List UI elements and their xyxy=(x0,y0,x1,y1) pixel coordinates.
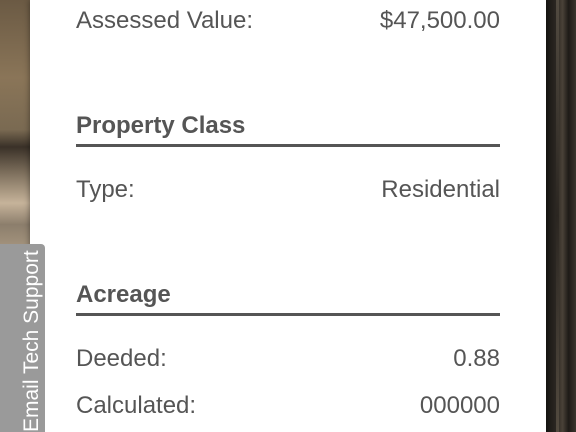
deeded-acreage-value: 0.88 xyxy=(453,345,500,372)
email-tech-support-tab[interactable]: Email Tech Support xyxy=(0,244,45,432)
calculated-acreage-value: 000000 xyxy=(419,392,500,419)
property-type-label: Type: xyxy=(76,176,135,203)
property-type-value: Residential xyxy=(381,176,500,203)
assessed-value-value: $47,500.00 xyxy=(379,7,500,34)
property-class-heading: Property Class xyxy=(76,112,246,139)
calculated-acreage-label: Calculated: xyxy=(76,392,197,419)
assessed-value-row: Assessed Value: $47,500.00 xyxy=(76,4,500,38)
calculated-acreage-row: Calculated: 000000 xyxy=(76,389,500,423)
email-tech-support-label: Email Tech Support xyxy=(20,250,43,432)
background-photo-right xyxy=(546,0,576,432)
property-type-row: Type: Residential xyxy=(76,173,500,207)
assessed-value-label: Assessed Value: xyxy=(76,7,253,34)
acreage-heading: Acreage xyxy=(76,281,171,308)
deeded-acreage-row: Deeded: 0.88 xyxy=(76,342,500,376)
deeded-acreage-label: Deeded: xyxy=(76,345,167,372)
property-class-divider xyxy=(76,144,500,147)
acreage-divider xyxy=(76,313,500,316)
